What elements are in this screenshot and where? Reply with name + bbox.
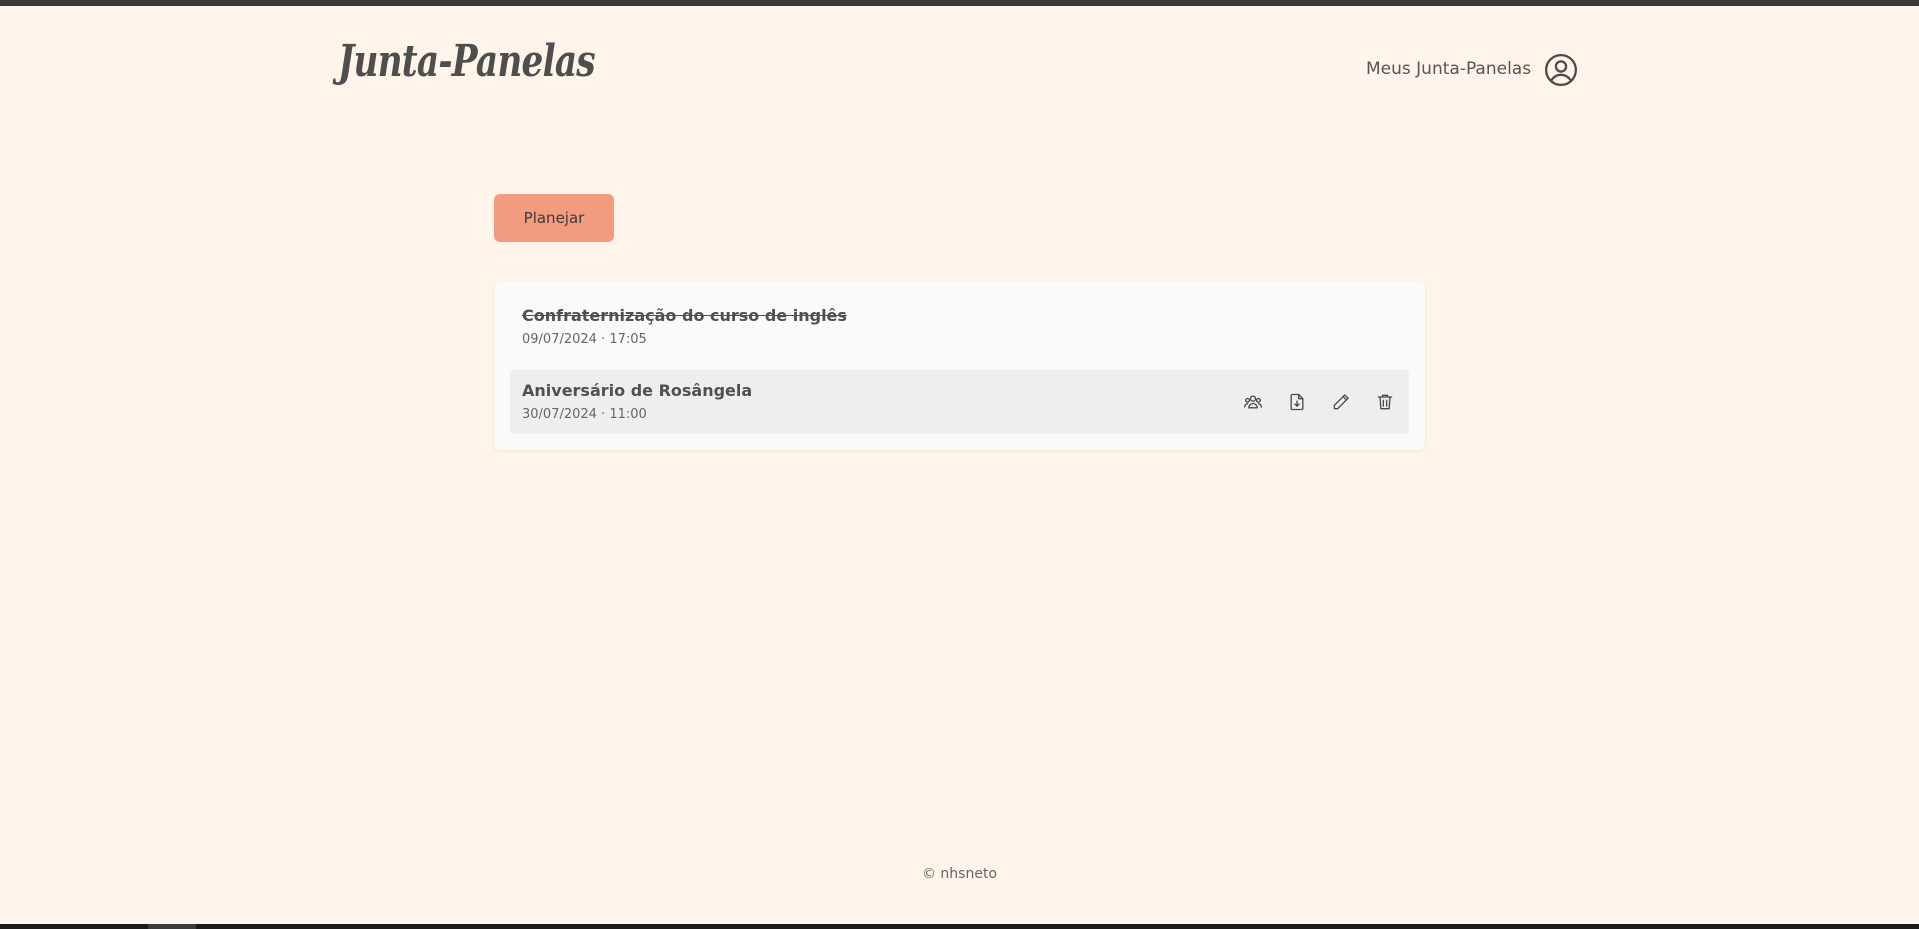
event-datetime: 09/07/2024 · 17:05 (522, 332, 647, 347)
user-account-button[interactable] (1544, 53, 1578, 87)
download-button[interactable] (1285, 390, 1309, 414)
participants-button[interactable] (1241, 390, 1265, 414)
event-title: Confraternização do curso de inglês (522, 306, 847, 325)
events-list-card: Confraternização do curso de inglês 09/0… (494, 282, 1425, 450)
site-logo[interactable]: Junta-Panelas (338, 36, 596, 87)
event-item-past[interactable]: Confraternização do curso de inglês 09/0… (510, 290, 1409, 354)
nav-my-events-link[interactable]: Meus Junta-Panelas (1366, 59, 1531, 79)
delete-trash-icon (1377, 394, 1393, 410)
window-bottom-bar (0, 924, 1919, 929)
event-title: Aniversário de Rosângela (522, 381, 753, 400)
edit-button[interactable] (1329, 390, 1353, 414)
delete-button[interactable] (1373, 390, 1397, 414)
taskbar-tab (148, 924, 196, 929)
event-item-active[interactable]: Aniversário de Rosângela 30/07/2024 · 11… (510, 370, 1409, 434)
event-actions (1241, 390, 1397, 414)
participants-icon (1244, 395, 1262, 409)
site-footer: © nhsneto (921, 866, 998, 882)
user-circle-icon (1544, 53, 1578, 87)
window-top-bar (0, 0, 1919, 6)
edit-pencil-icon (1333, 394, 1349, 410)
event-datetime: 30/07/2024 · 11:00 (522, 407, 647, 422)
plan-button[interactable]: Planejar (494, 194, 614, 242)
download-file-icon (1290, 393, 1304, 411)
